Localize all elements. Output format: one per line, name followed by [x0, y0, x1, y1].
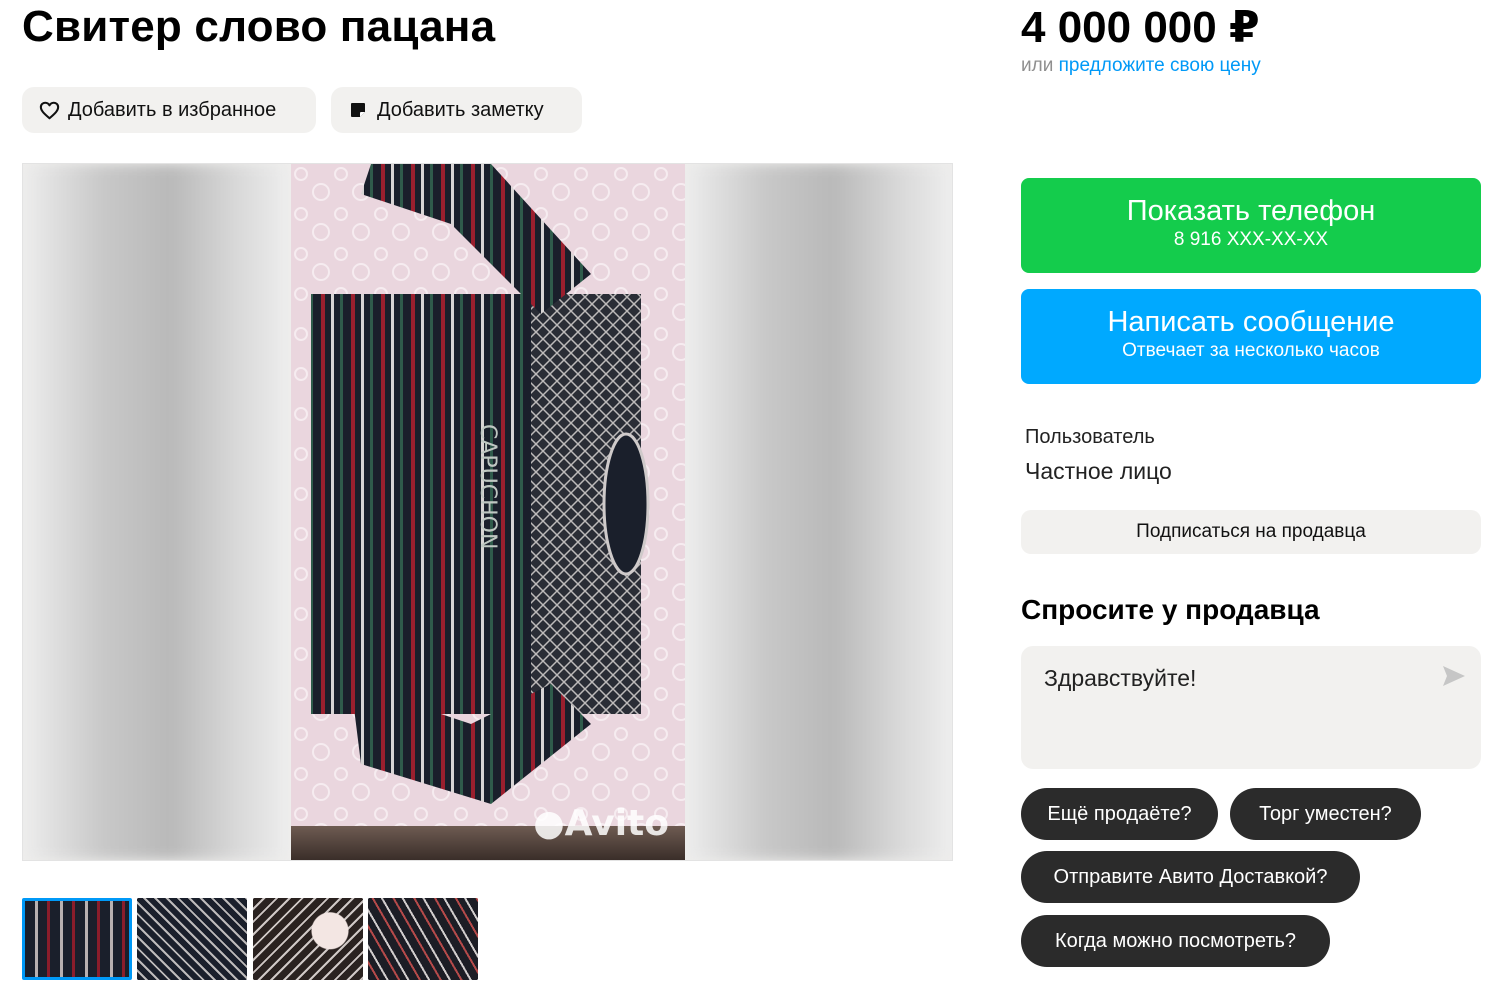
offer-price-link[interactable]: предложите свою цену [1059, 55, 1261, 76]
blurred-photo-right [685, 164, 952, 860]
thumbnail-1[interactable] [22, 898, 132, 980]
page-title: Свитер слово пацана [22, 2, 496, 51]
thumbnail-4[interactable] [368, 898, 478, 980]
add-note-label: Добавить заметку [377, 98, 544, 121]
quick-question-chip[interactable]: Когда можно посмотреть? [1021, 915, 1330, 967]
show-phone-label: Показать телефон [1126, 195, 1376, 227]
price: 4 000 000 ₽ [1021, 3, 1260, 52]
write-message-label: Написать сообщение [1107, 306, 1395, 338]
ask-seller-title: Спросите у продавца [1021, 594, 1320, 625]
quick-question-chip[interactable]: Торг уместен? [1230, 788, 1421, 840]
seller-type[interactable]: Частное лицо [1025, 458, 1172, 485]
heart-icon [38, 99, 60, 121]
thumbnail-image [25, 901, 129, 977]
quick-question-chip[interactable]: Ещё продаёте? [1021, 788, 1218, 840]
add-favorite-button[interactable]: Добавить в избранное [22, 87, 316, 133]
note-icon [347, 99, 369, 121]
add-favorite-label: Добавить в избранное [68, 98, 277, 121]
phone-masked: 8 916 XXX-XX-XX [1173, 229, 1329, 250]
quick-question-chip[interactable]: Отправите Авито Доставкой? [1021, 851, 1360, 903]
thumbnail-image [137, 898, 247, 980]
watermark-text: Avito [564, 803, 669, 844]
add-note-button[interactable]: Добавить заметку [331, 87, 582, 133]
thumbnail-2[interactable] [137, 898, 247, 980]
main-photo-gallery[interactable]: CAPUCHON ●Avito [22, 163, 953, 861]
message-input-value: Здравствуйте! [1044, 665, 1197, 691]
thumbnail-image [368, 898, 478, 980]
seller-role: Пользователь [1025, 426, 1155, 448]
avito-watermark: ●Avito [533, 803, 669, 844]
blurred-photo-left [23, 164, 291, 860]
price-or-text: или [1021, 55, 1054, 76]
write-message-button[interactable]: Написать сообщение Отвечает за несколько… [1021, 289, 1481, 384]
message-input[interactable]: Здравствуйте! [1021, 646, 1481, 769]
thumbnail-image [253, 898, 363, 980]
send-icon[interactable] [1441, 664, 1467, 688]
thumbnail-3[interactable] [253, 898, 363, 980]
sweater-logo: CAPUCHON [475, 424, 500, 549]
subscribe-seller-button[interactable]: Подписаться на продавца [1021, 510, 1481, 554]
price-offer: или предложите свою цену [1021, 55, 1261, 77]
show-phone-button[interactable]: Показать телефон 8 916 XXX-XX-XX [1021, 178, 1481, 273]
watermark-dots-icon: ● [533, 803, 565, 844]
sweater-photo: CAPUCHON ●Avito [291, 164, 685, 860]
response-time: Отвечает за несколько часов [1122, 340, 1380, 361]
